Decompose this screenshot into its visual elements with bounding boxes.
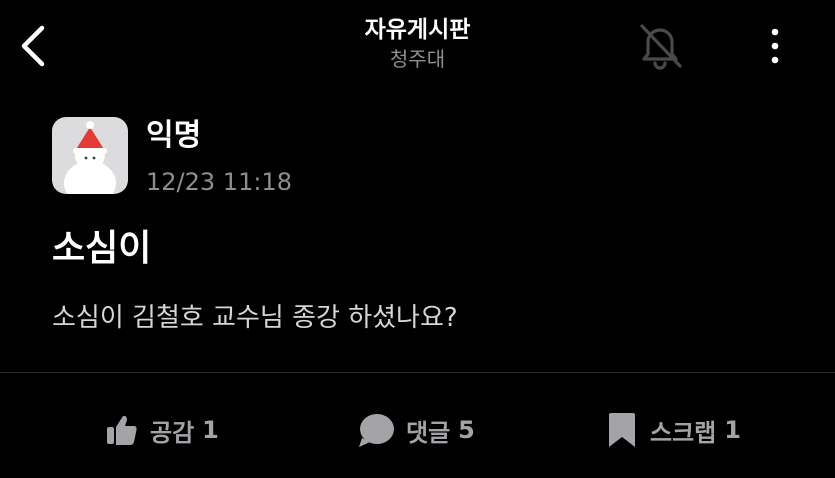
comment-count: 5	[458, 416, 475, 444]
bookmark-icon	[609, 413, 635, 447]
scrap-button[interactable]: 스크랩 1	[604, 408, 741, 452]
scrap-count: 1	[724, 416, 741, 444]
like-button[interactable]: 공감 1	[104, 408, 219, 452]
divider	[0, 372, 835, 373]
school-name: 청주대	[389, 47, 446, 71]
like-count: 1	[202, 416, 219, 444]
scrap-label: 스크랩	[650, 418, 717, 447]
post-body: 소심이 김철호 교수님 종강 하셨나요?	[52, 303, 458, 333]
post-timestamp: 12/23 11:18	[146, 168, 292, 196]
thumbs-up-icon	[107, 415, 137, 445]
avatar	[52, 117, 128, 194]
board-title: 자유게시판	[364, 17, 471, 43]
comment-button[interactable]: 댓글 5	[356, 408, 475, 452]
notification-toggle-button[interactable]	[634, 20, 686, 72]
more-vertical-icon	[771, 28, 779, 64]
chat-bubble-icon	[359, 414, 394, 447]
comment-label: 댓글	[406, 418, 451, 447]
post-title: 소심이	[52, 228, 152, 269]
snowman-santa-avatar-icon	[64, 121, 116, 194]
like-label: 공감	[150, 418, 195, 447]
more-options-button[interactable]	[760, 24, 790, 68]
author-name: 익명	[146, 118, 202, 153]
bell-off-icon	[640, 24, 682, 70]
board-header: 자유게시판 청주대	[0, 14, 835, 72]
